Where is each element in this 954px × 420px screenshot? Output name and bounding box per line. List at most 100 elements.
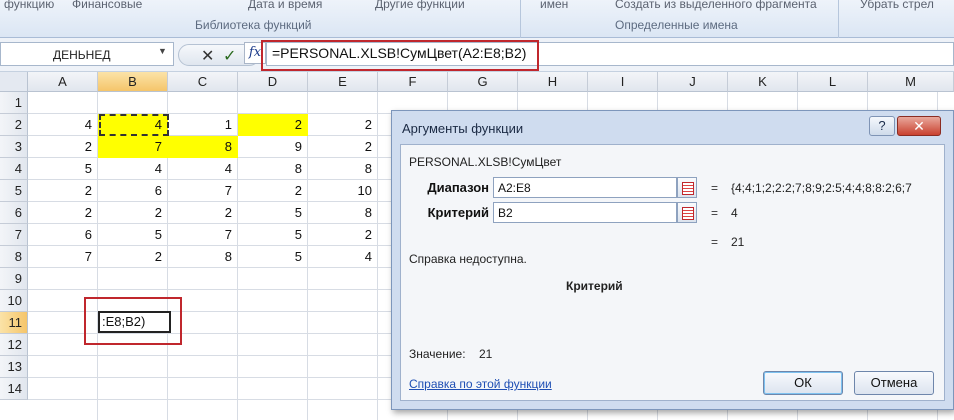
select-all-corner[interactable] (0, 72, 28, 92)
row-header-4[interactable]: 4 (0, 158, 28, 180)
cell-b3[interactable]: 7 (98, 136, 167, 158)
ribbon-group-defined-names: Определенные имена (615, 18, 738, 32)
arg-result-range: {4;4;1;2;2:2;7;8;9;2:5;4;4;8;8:2;6;7 (731, 181, 912, 195)
cell-d8[interactable]: 5 (238, 246, 307, 268)
cell-a2[interactable]: 4 (28, 114, 97, 136)
cell-a3[interactable]: 2 (28, 136, 97, 158)
ribbon-datetime-button[interactable]: Дата и время (248, 0, 322, 11)
ok-button[interactable]: ОК (763, 371, 843, 395)
row-header-14[interactable]: 14 (0, 378, 28, 400)
row-header-5[interactable]: 5 (0, 180, 28, 202)
column-header-b[interactable]: B (98, 72, 168, 92)
cell-a5[interactable]: 2 (28, 180, 97, 202)
cell-c4[interactable]: 4 (168, 158, 237, 180)
arg-result-criterion: 4 (731, 206, 738, 220)
cell-d5[interactable]: 2 (238, 180, 307, 202)
cell-e8[interactable]: 4 (308, 246, 377, 268)
cell-d3[interactable]: 9 (238, 136, 307, 158)
ribbon-insert-function[interactable]: функцию (4, 0, 54, 11)
help-link[interactable]: Справка по этой функции (409, 377, 552, 391)
cell-e7[interactable]: 2 (308, 224, 377, 246)
enter-icon[interactable]: ✓ (223, 46, 236, 66)
equals-sign: = (711, 206, 719, 220)
cancel-icon[interactable]: ✕ (201, 46, 214, 66)
column-header-d[interactable]: D (238, 72, 308, 92)
row-header-11[interactable]: 11 (0, 312, 28, 334)
cell-b7[interactable]: 5 (98, 224, 167, 246)
function-arguments-dialog: Аргументы функции ? ✕ PERSONAL.XLSB!СумЦ… (391, 110, 954, 410)
cell-d7[interactable]: 5 (238, 224, 307, 246)
row-header-1[interactable]: 1 (0, 92, 28, 114)
cell-e6[interactable]: 8 (308, 202, 377, 224)
arg-input-criterion[interactable]: B2 (493, 202, 677, 223)
ribbon-separator (520, 0, 521, 38)
cell-b8[interactable]: 2 (98, 246, 167, 268)
column-header-f[interactable]: F (378, 72, 448, 92)
ribbon-create-from-selection-button[interactable]: Создать из выделенного фрагмента (615, 0, 817, 11)
cell-c5[interactable]: 7 (168, 180, 237, 202)
column-header-i[interactable]: I (588, 72, 658, 92)
column-header-a[interactable]: A (28, 72, 98, 92)
row-header-3[interactable]: 3 (0, 136, 28, 158)
column-header-m[interactable]: M (868, 72, 954, 92)
cell-d4[interactable]: 8 (238, 158, 307, 180)
ribbon-other-functions-button[interactable]: Другие функции (375, 0, 465, 11)
ribbon-group-function-library: Библиотека функций (195, 18, 312, 32)
copy-marquee (99, 114, 169, 136)
row-header-8[interactable]: 8 (0, 246, 28, 268)
range-picker-icon[interactable] (677, 202, 697, 223)
row-header-12[interactable]: 12 (0, 334, 28, 356)
cell-a4[interactable]: 5 (28, 158, 97, 180)
cell-e3[interactable]: 2 (308, 136, 377, 158)
cell-c2[interactable]: 1 (168, 114, 237, 136)
ribbon: функцию Финансовые Дата и время Другие ф… (0, 0, 954, 38)
ribbon-remove-arrows-button[interactable]: Убрать стрел (860, 0, 934, 11)
cell-d6[interactable]: 5 (238, 202, 307, 224)
arg-input-range[interactable]: A2:E8 (493, 177, 677, 198)
row-header-10[interactable]: 10 (0, 290, 28, 312)
cell-e4[interactable]: 8 (308, 158, 377, 180)
equals-sign: = (711, 235, 719, 249)
range-picker-icon[interactable] (677, 177, 697, 198)
cell-b4[interactable]: 4 (98, 158, 167, 180)
column-header-h[interactable]: H (518, 72, 588, 92)
row-header-13[interactable]: 13 (0, 356, 28, 378)
cell-b5[interactable]: 6 (98, 180, 167, 202)
row-header-6[interactable]: 6 (0, 202, 28, 224)
highlight-box (261, 40, 539, 71)
column-header-e[interactable]: E (308, 72, 378, 92)
column-header-l[interactable]: L (798, 72, 868, 92)
cell-a6[interactable]: 2 (28, 202, 97, 224)
row-header-2[interactable]: 2 (0, 114, 28, 136)
cell-e2[interactable]: 2 (308, 114, 377, 136)
column-header-j[interactable]: J (658, 72, 728, 92)
cancel-button[interactable]: Отмена (854, 371, 934, 395)
cell-a7[interactable]: 6 (28, 224, 97, 246)
highlight-box (84, 297, 182, 345)
value-number: 21 (479, 347, 493, 361)
ribbon-financial-button[interactable]: Финансовые (72, 0, 142, 11)
help-button[interactable]: ? (869, 116, 895, 136)
cell-c6[interactable]: 2 (168, 202, 237, 224)
cell-a8[interactable]: 7 (28, 246, 97, 268)
cell-b6[interactable]: 2 (98, 202, 167, 224)
cell-c3[interactable]: 8 (168, 136, 237, 158)
name-box[interactable]: ДЕНЬНЕД (0, 42, 174, 66)
function-result: 21 (731, 235, 745, 249)
column-header-c[interactable]: C (168, 72, 238, 92)
ribbon-name-manager-button[interactable]: имен (540, 0, 568, 11)
row-header-7[interactable]: 7 (0, 224, 28, 246)
row-header-9[interactable]: 9 (0, 268, 28, 290)
cell-c8[interactable]: 8 (168, 246, 237, 268)
column-header-g[interactable]: G (448, 72, 518, 92)
close-button[interactable]: ✕ (897, 116, 941, 136)
cell-e5[interactable]: 10 (308, 180, 377, 202)
value-label: Значение: (409, 347, 466, 361)
arg-label-range: Диапазон (427, 180, 489, 195)
cell-c7[interactable]: 7 (168, 224, 237, 246)
arg-description-title: Критерий (566, 279, 623, 293)
column-header-k[interactable]: K (728, 72, 798, 92)
ribbon-separator (838, 0, 839, 38)
chevron-down-icon[interactable]: ▼ (158, 46, 167, 56)
cell-d2[interactable]: 2 (238, 114, 307, 136)
